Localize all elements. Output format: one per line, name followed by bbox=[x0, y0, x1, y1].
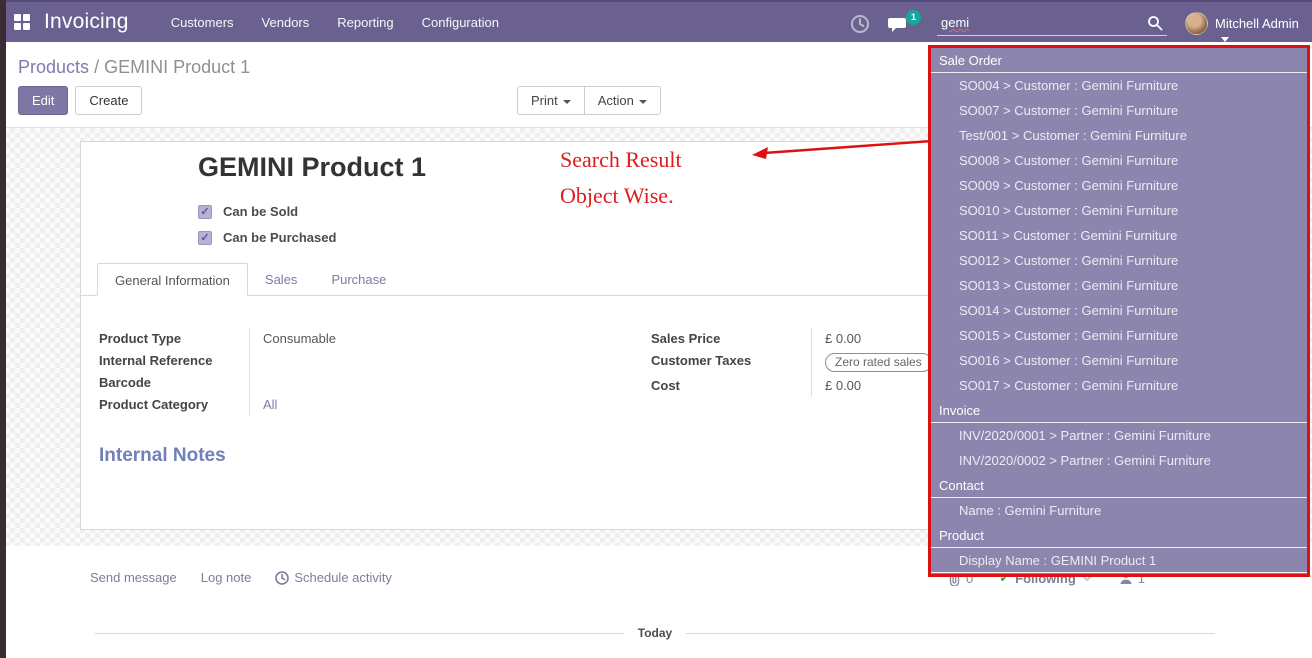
today-divider: Today bbox=[95, 626, 1215, 640]
create-button[interactable]: Create bbox=[75, 86, 142, 115]
breadcrumb-separator: / bbox=[94, 57, 99, 77]
product-title: GEMINI Product 1 bbox=[198, 152, 426, 183]
search-result-item[interactable]: SO011 > Customer : Gemini Furniture bbox=[931, 223, 1307, 248]
field-label: Barcode bbox=[99, 372, 249, 394]
print-button[interactable]: Print bbox=[517, 86, 585, 115]
search-group-header: Product bbox=[931, 523, 1307, 548]
tax-tag: Zero rated sales bbox=[825, 353, 932, 372]
search-icon[interactable] bbox=[1147, 15, 1163, 31]
schedule-activity-label: Schedule activity bbox=[294, 570, 392, 585]
clock-icon bbox=[275, 571, 289, 585]
search-input[interactable]: gemi bbox=[937, 10, 1167, 36]
log-note-link[interactable]: Log note bbox=[201, 570, 252, 585]
edit-button[interactable]: Edit bbox=[18, 86, 68, 115]
field-value bbox=[249, 372, 529, 394]
user-menu[interactable]: Mitchell Admin bbox=[1215, 16, 1312, 46]
message-count-badge: 1 bbox=[906, 10, 921, 25]
annotation-arrow bbox=[750, 136, 935, 166]
can-be-purchased-label: Can be Purchased bbox=[223, 230, 336, 245]
annotation-line-2: Object Wise. bbox=[560, 183, 674, 209]
search-result-item[interactable]: SO012 > Customer : Gemini Furniture bbox=[931, 248, 1307, 273]
search-result-item[interactable]: Name : Gemini Furniture bbox=[931, 498, 1307, 523]
nav-menu-reporting[interactable]: Reporting bbox=[337, 15, 393, 30]
field-cost: Cost £ 0.00 bbox=[651, 375, 951, 397]
search-result-item[interactable]: Test/001 > Customer : Gemini Furniture bbox=[931, 123, 1307, 148]
field-label: Customer Taxes bbox=[651, 350, 811, 375]
fields-right-column: Sales Price £ 0.00 Customer Taxes Zero r… bbox=[651, 328, 951, 397]
search-result-item[interactable]: SO007 > Customer : Gemini Furniture bbox=[931, 98, 1307, 123]
chevron-down-icon bbox=[563, 100, 571, 104]
field-label: Cost bbox=[651, 375, 811, 397]
search-result-item[interactable]: SO014 > Customer : Gemini Furniture bbox=[931, 298, 1307, 323]
can-be-purchased-checkbox[interactable]: ✓ bbox=[198, 231, 212, 245]
search-group-sale-order: Sale Order SO004 > Customer : Gemini Fur… bbox=[931, 48, 1307, 398]
field-product-category: Product Category All bbox=[99, 394, 529, 416]
search-group-header: Contact bbox=[931, 473, 1307, 498]
can-be-sold-label: Can be Sold bbox=[223, 204, 298, 219]
search-result-item[interactable]: SO013 > Customer : Gemini Furniture bbox=[931, 273, 1307, 298]
field-sales-price: Sales Price £ 0.00 bbox=[651, 328, 951, 350]
search-result-item[interactable]: SO009 > Customer : Gemini Furniture bbox=[931, 173, 1307, 198]
field-value bbox=[249, 350, 529, 372]
chevron-down-icon bbox=[1221, 37, 1229, 42]
field-label: Sales Price bbox=[651, 328, 811, 350]
nav-menu-customers[interactable]: Customers bbox=[171, 15, 234, 30]
search-result-item[interactable]: SO016 > Customer : Gemini Furniture bbox=[931, 348, 1307, 373]
search-group-contact: Contact Name : Gemini Furniture bbox=[931, 473, 1307, 523]
search-group-header: Sale Order bbox=[931, 48, 1307, 73]
can-be-purchased-row: ✓ Can be Purchased bbox=[198, 230, 336, 245]
search-group-header: Invoice bbox=[931, 398, 1307, 423]
field-barcode: Barcode bbox=[99, 372, 529, 394]
breadcrumb-current: GEMINI Product 1 bbox=[104, 57, 250, 77]
window-edge-strip bbox=[0, 0, 6, 658]
search-result-item[interactable]: SO004 > Customer : Gemini Furniture bbox=[931, 73, 1307, 98]
field-value: Consumable bbox=[249, 328, 529, 350]
search-result-item[interactable]: SO015 > Customer : Gemini Furniture bbox=[931, 323, 1307, 348]
search-group-product: Product Display Name : GEMINI Product 1 bbox=[931, 523, 1307, 573]
nav-menu-vendors[interactable]: Vendors bbox=[262, 15, 310, 30]
user-name-label: Mitchell Admin bbox=[1215, 16, 1299, 31]
search-result-item[interactable]: INV/2020/0001 > Partner : Gemini Furnitu… bbox=[931, 423, 1307, 448]
field-internal-reference: Internal Reference bbox=[99, 350, 529, 372]
search-result-item[interactable]: Display Name : GEMINI Product 1 bbox=[931, 548, 1307, 573]
top-navbar: Invoicing Customers Vendors Reporting Co… bbox=[0, 0, 1312, 42]
internal-notes-heading: Internal Notes bbox=[99, 445, 226, 467]
tab-general-information[interactable]: General Information bbox=[97, 263, 248, 296]
fields-left-column: Product Type Consumable Internal Referen… bbox=[99, 328, 529, 416]
field-label: Product Type bbox=[99, 328, 249, 350]
field-label: Internal Reference bbox=[99, 350, 249, 372]
navbar-right: 1 gemi Mitchell Admin bbox=[842, 4, 1312, 44]
search-query-text: gemi bbox=[941, 15, 969, 30]
print-label: Print bbox=[531, 93, 558, 108]
action-label: Action bbox=[598, 93, 634, 108]
product-category-link[interactable]: All bbox=[249, 394, 529, 416]
app-name[interactable]: Invoicing bbox=[44, 10, 129, 34]
search-results-dropdown: Sale Order SO004 > Customer : Gemini Fur… bbox=[928, 45, 1310, 577]
search-result-item[interactable]: SO008 > Customer : Gemini Furniture bbox=[931, 148, 1307, 173]
chevron-down-icon bbox=[639, 100, 647, 104]
schedule-activity-link[interactable]: Schedule activity bbox=[275, 570, 392, 585]
breadcrumb-products-link[interactable]: Products bbox=[18, 57, 89, 77]
activity-clock-icon[interactable] bbox=[850, 14, 870, 34]
breadcrumb: Products / GEMINI Product 1 bbox=[18, 57, 250, 78]
search-result-item[interactable]: SO010 > Customer : Gemini Furniture bbox=[931, 198, 1307, 223]
annotation-line-1: Search Result bbox=[560, 147, 682, 173]
can-be-sold-row: ✓ Can be Sold bbox=[198, 204, 298, 219]
user-avatar[interactable] bbox=[1185, 12, 1208, 35]
today-label: Today bbox=[638, 626, 672, 640]
search-result-item[interactable]: SO017 > Customer : Gemini Furniture bbox=[931, 373, 1307, 398]
field-label: Product Category bbox=[99, 394, 249, 416]
can-be-sold-checkbox[interactable]: ✓ bbox=[198, 205, 212, 219]
search-group-invoice: Invoice INV/2020/0001 > Partner : Gemini… bbox=[931, 398, 1307, 473]
apps-grid-icon[interactable] bbox=[14, 14, 30, 30]
field-customer-taxes: Customer Taxes Zero rated sales bbox=[651, 350, 951, 375]
field-product-type: Product Type Consumable bbox=[99, 328, 529, 350]
tab-purchase[interactable]: Purchase bbox=[314, 263, 403, 295]
nav-menu-configuration[interactable]: Configuration bbox=[422, 15, 499, 30]
tab-sales[interactable]: Sales bbox=[248, 263, 315, 295]
search-result-item[interactable]: INV/2020/0002 > Partner : Gemini Furnitu… bbox=[931, 448, 1307, 473]
action-button[interactable]: Action bbox=[584, 86, 661, 115]
nav-menu: Customers Vendors Reporting Configuratio… bbox=[171, 15, 499, 30]
send-message-link[interactable]: Send message bbox=[90, 570, 177, 585]
